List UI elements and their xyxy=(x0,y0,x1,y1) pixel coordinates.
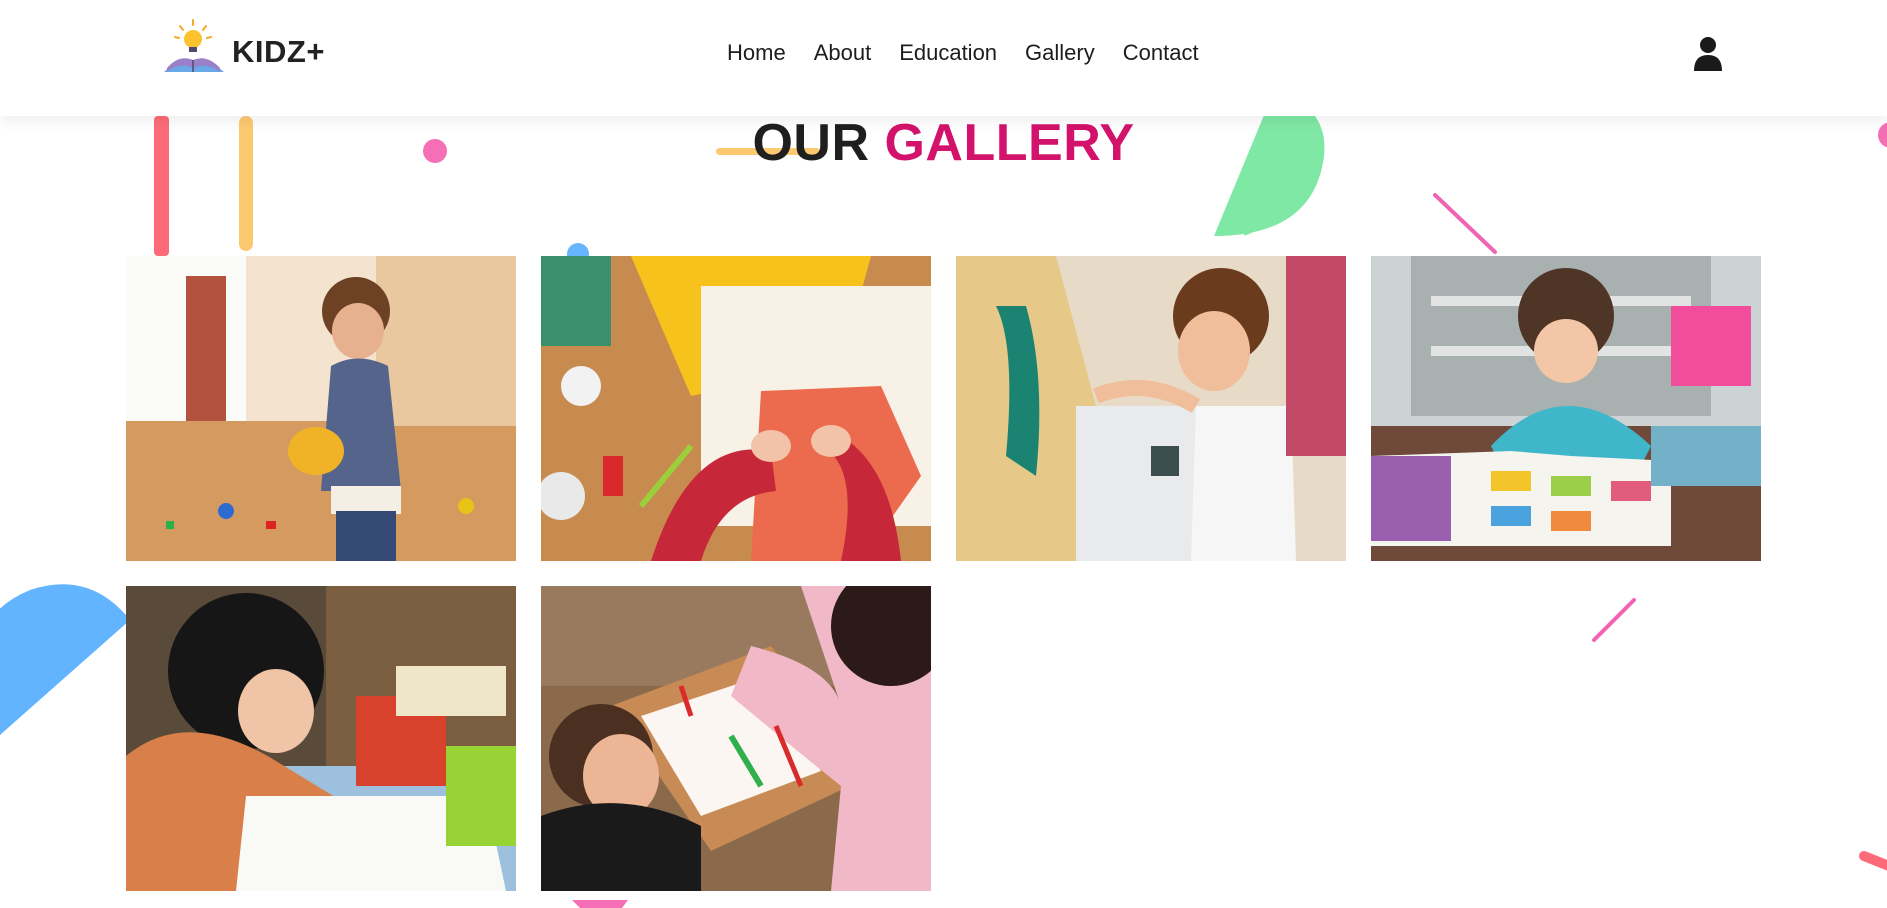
main-nav: Home About Education Gallery Contact xyxy=(727,40,1227,66)
gallery-image-toddler-playing[interactable] xyxy=(126,256,516,561)
lightbulb-book-icon xyxy=(164,19,224,72)
user-icon[interactable] xyxy=(1693,36,1723,72)
logo[interactable]: KIDZ+ xyxy=(162,18,325,76)
page-title: OUR GALLERY xyxy=(0,113,1887,173)
decor-pink-shape-bottom xyxy=(572,900,628,908)
title-main: OUR xyxy=(752,114,870,172)
gallery-image-girl-writing[interactable] xyxy=(126,586,516,891)
site-header: KIDZ+ Home About Education Gallery Conta… xyxy=(0,0,1887,116)
gallery-image-child-crafting[interactable] xyxy=(541,256,931,561)
nav-home[interactable]: Home xyxy=(727,40,786,66)
decor-salmon-stroke xyxy=(1859,851,1887,871)
logo-text: KIDZ+ xyxy=(232,34,325,69)
nav-gallery[interactable]: Gallery xyxy=(1025,40,1095,66)
decor-pink-stroke xyxy=(1433,193,1497,254)
decor-pink-stroke-small xyxy=(1592,598,1636,642)
nav-education[interactable]: Education xyxy=(899,40,997,66)
gallery-image-girl-reading[interactable] xyxy=(1371,256,1761,561)
gallery-image-child-and-teacher-drawing[interactable] xyxy=(541,586,931,891)
gallery-image-boy-painting[interactable] xyxy=(956,256,1346,561)
nav-contact[interactable]: Contact xyxy=(1123,40,1199,66)
nav-about[interactable]: About xyxy=(814,40,872,66)
title-accent: GALLERY xyxy=(884,114,1135,172)
